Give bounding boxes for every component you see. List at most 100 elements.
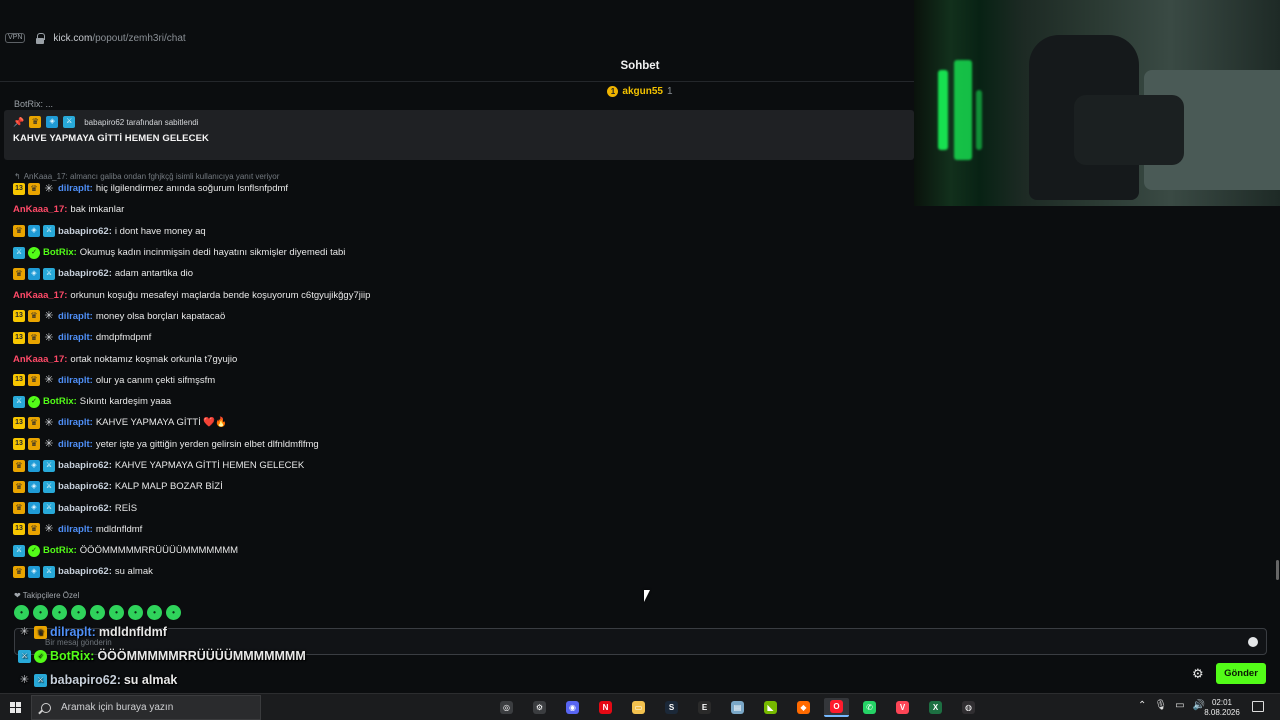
chat-message-text: mdldnfldmf	[95, 523, 143, 535]
chat-message[interactable]: AnKaaa_17: ortak noktamız koşmak orkunla …	[13, 348, 903, 369]
chat-username[interactable]: AnKaaa_17	[13, 204, 64, 215]
chat-message[interactable]: AnKaaa_17: bak imkanlar	[13, 199, 903, 220]
chat-message-text: yeter işte ya gittiğin yerden gelirsin e…	[95, 438, 319, 450]
chat-username[interactable]: babapiro62	[58, 226, 109, 237]
chat-message[interactable]: ♛ ◈ ⚔ babapiro62: su almak	[13, 561, 903, 582]
chat-username[interactable]: babapiro62	[58, 481, 109, 492]
chat-username[interactable]: dilraplt	[58, 311, 90, 322]
green-emote[interactable]: •	[33, 605, 48, 620]
taskbar-app-settings[interactable]: ⚙	[527, 698, 552, 717]
network-icon[interactable]: ▭	[1175, 700, 1184, 711]
taskbar-search-box[interactable]: Aramak için buraya yazın	[31, 695, 261, 720]
taskbar-app-steelseries[interactable]: ◎	[494, 698, 519, 717]
taskbar-app-valorant[interactable]: V	[890, 698, 915, 717]
chat-username[interactable]: dilraplt	[58, 183, 90, 194]
chat-username[interactable]: dilraplt	[58, 439, 90, 450]
url-text[interactable]: kick.com/popout/zemh3ri/chat	[53, 33, 185, 44]
chat-message[interactable]: ♛ ◈ ⚔ babapiro62: REİS	[13, 497, 903, 518]
chat-username[interactable]: AnKaaa_17	[13, 290, 64, 301]
chat-username[interactable]: dilraplt	[58, 417, 90, 428]
subscriber-badge-icon: 13	[13, 416, 25, 429]
search-placeholder: Aramak için buraya yazın	[61, 702, 174, 713]
pin-icon[interactable]: 📌	[13, 117, 24, 128]
taskbar-app-obs[interactable]: ◍	[956, 698, 981, 717]
taskbar-app-netflix[interactable]: N	[593, 698, 618, 717]
chat-username[interactable]: babapiro62	[58, 566, 109, 577]
chat-message[interactable]: 13 ♛ ✳ dilraplt: hiç ilgilendirmez anında so…	[13, 178, 903, 199]
chat-message[interactable]: ♛ ◈ ⚔ babapiro62: adam antartika dio	[13, 263, 903, 284]
chat-username[interactable]: babapiro62	[58, 503, 109, 514]
chat-message[interactable]: 13 ♛ ✳ dilraplt: yeter işte ya gittiğin yerd…	[13, 434, 903, 455]
taskbar-app-whatsapp[interactable]: ✆	[857, 698, 882, 717]
chat-message[interactable]: 13 ♛ ✳ dilraplt: KAHVE YAPMAYA GİTTİ ❤️🔥	[13, 412, 903, 433]
taskbar-app-file-explorer[interactable]: ▭	[626, 698, 651, 717]
star-badge-icon: ✳	[19, 673, 30, 686]
chat-message[interactable]: 13 ♛ ✳ dilraplt: olur ya canım çekti sifmşsf…	[13, 370, 903, 391]
chat-username[interactable]: dilraplt	[58, 524, 90, 535]
chat-message-text: olur ya canım çekti sifmşsfm	[95, 374, 216, 386]
chat-settings-gear-icon[interactable]: ⚙	[1192, 667, 1205, 680]
overlay-message[interactable]: ⚔ ✓ BotRix: ÖÖÖMMMMMRRÜÜÜÜMMMMMMM	[18, 644, 346, 668]
chat-message-text: adam antartika dio	[114, 268, 194, 280]
chat-username[interactable]: BotRix	[43, 545, 74, 556]
overlay-message[interactable]: ✳ ♛ dilraplt: mdldnfldmf	[18, 620, 346, 644]
pinned-message-panel[interactable]: 📌 ♛ ◈ ⚔ babapiro62 tarafından sabitlendi…	[4, 110, 914, 160]
vpn-badge[interactable]: VPN	[5, 33, 26, 43]
chat-username[interactable]: babapiro62	[50, 673, 117, 687]
chat-username[interactable]: babapiro62	[58, 268, 109, 279]
chevron-up-icon[interactable]: ⌃	[1138, 700, 1146, 711]
chat-message[interactable]: 13 ♛ ✳ dilraplt: dmdpfmdpmf	[13, 327, 903, 348]
windows-start-button[interactable]	[10, 702, 21, 713]
chat-message[interactable]: ⚔ ✓ BotRix: Sıkıntı kardeşim yaaa	[13, 391, 903, 412]
chat-username[interactable]: AnKaaa_17	[13, 354, 64, 365]
green-face-emote[interactable]: •	[166, 605, 181, 620]
taskbar-app-discord[interactable]: ◉	[560, 698, 585, 717]
chat-message-text: KAHVE YAPMAYA GİTTİ ❤️🔥	[95, 417, 228, 429]
followers-label-text: Takipçilere Özel	[22, 591, 80, 600]
chat-username[interactable]: BotRix	[43, 247, 74, 258]
chat-username[interactable]: babapiro62	[58, 460, 109, 471]
taskbar-app-notepad[interactable]: ▤	[725, 698, 750, 717]
netflix-icon: N	[599, 701, 612, 714]
chat-message[interactable]: ♛ ◈ ⚔ babapiro62: i dont have money aq	[13, 221, 903, 242]
alien-emote[interactable]: •	[71, 605, 86, 620]
lock-icon[interactable]	[35, 32, 46, 44]
chat-username[interactable]: BotRix	[50, 649, 90, 663]
chat-message[interactable]: ♛ ◈ ⚔ babapiro62: KALP MALP BOZAR BİZİ	[13, 476, 903, 497]
chat-message[interactable]: 13 ♛ ✳ dilraplt: mdldnfldmf	[13, 519, 903, 540]
vip-badge-icon: ◈	[46, 116, 59, 128]
chat-message[interactable]: ⚔ ✓ BotRix: ÖÖÖMMMMMRRÜÜÜÜMMMMMMM	[13, 540, 903, 561]
chat-username[interactable]: dilraplt	[58, 332, 90, 343]
taskbar-app-nvidia[interactable]: ◣	[758, 698, 783, 717]
taskbar-app-excel[interactable]: X	[923, 698, 948, 717]
chat-message[interactable]: AnKaaa_17: orkunun koşuğu mesafeyi maçlar…	[13, 284, 903, 305]
green-blob-emote[interactable]: •	[90, 605, 105, 620]
steam-icon: S	[665, 701, 678, 714]
subscriber-badge-icon: 13	[13, 331, 25, 344]
chat-username[interactable]: BotRix	[43, 396, 74, 407]
notification-center-icon[interactable]	[1252, 701, 1264, 712]
taskbar-app-epic-games[interactable]: E	[692, 698, 717, 717]
red-emote[interactable]: •	[52, 605, 67, 620]
send-button[interactable]: Gönder	[1216, 663, 1266, 684]
chat-message[interactable]: 13 ♛ ✳ dilraplt: money olsa borçları kapatac…	[13, 306, 903, 327]
emoji-picker-icon[interactable]	[1248, 637, 1258, 647]
taskbar-app-steam[interactable]: S	[659, 698, 684, 717]
file-explorer-icon: ▭	[632, 701, 645, 714]
pinned-apps: ◎ ⚙ ◉ N ▭ S E ▤ ◣ ◆ O ✆ V X ◍	[494, 698, 981, 717]
scrollbar-thumb[interactable]	[1276, 560, 1279, 580]
monkey-emote[interactable]: •	[147, 605, 162, 620]
green-alien-emote[interactable]: •	[128, 605, 143, 620]
green-skull-emote[interactable]: •	[109, 605, 124, 620]
chat-message[interactable]: ♛ ◈ ⚔ babapiro62: KAHVE YAPMAYA GİTTİ HEMEN …	[13, 455, 903, 476]
chat-message[interactable]: ⚔ ✓ BotRix: Okumuş kadın incinmişsin dedi h…	[13, 242, 903, 263]
chat-username[interactable]: dilraplt	[50, 625, 92, 639]
chat-username[interactable]: dilraplt	[58, 375, 90, 386]
overlay-message[interactable]: ✳ ⚔ babapiro62: su almak	[18, 668, 346, 692]
cat-emote[interactable]: •	[14, 605, 29, 620]
taskbar-app-orange-app[interactable]: ◆	[791, 698, 816, 717]
taskbar-app-opera[interactable]: O	[824, 698, 849, 717]
microphone-icon[interactable]: 🎙	[1154, 700, 1167, 711]
chat-messages-list[interactable]: 13 ♛ ✳ dilraplt: hiç ilgilendirmez anında so…	[13, 178, 903, 583]
taskbar-clock[interactable]: 02:01 8.08.2026	[1203, 698, 1241, 718]
